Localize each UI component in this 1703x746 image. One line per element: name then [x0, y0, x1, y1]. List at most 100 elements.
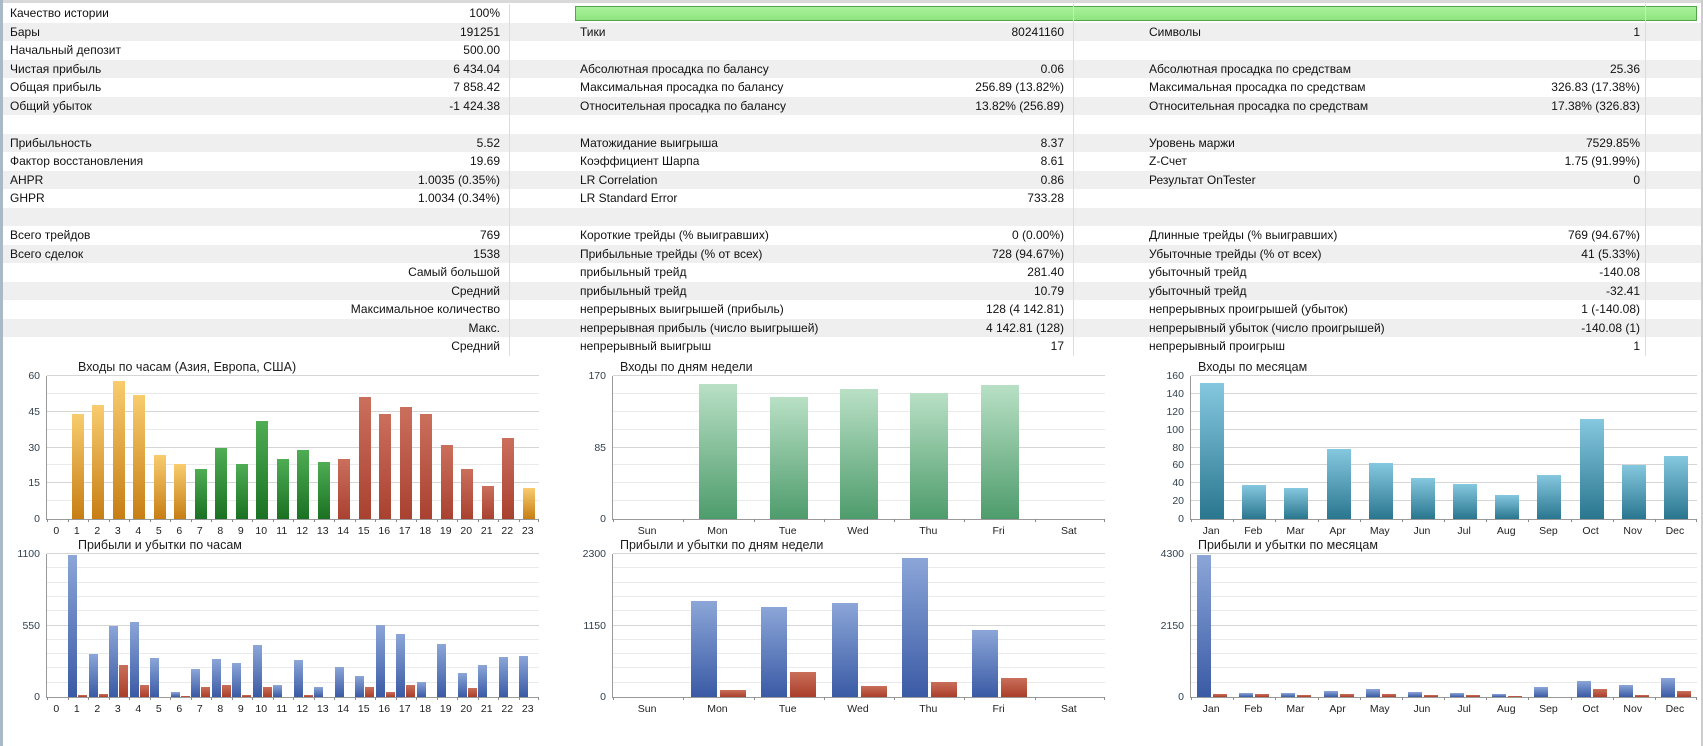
- gridline: [613, 653, 1105, 655]
- y-axis-tick-label: 100: [1166, 423, 1184, 436]
- x-axis-tick: [354, 519, 356, 522]
- bar-прибыль-14: [334, 667, 344, 697]
- gridline: [1191, 595, 1697, 597]
- bar-Входы-Mar: [1284, 487, 1309, 519]
- x-axis-tick: [1191, 697, 1192, 700]
- stat-value: -1 424.38: [449, 98, 500, 113]
- stat-label: Символы: [1149, 24, 1201, 39]
- bar-убыток-17: [406, 685, 416, 697]
- stat-value: 0.86: [1040, 172, 1064, 187]
- gridline: [1191, 567, 1697, 569]
- bar-Входы-Tue: [769, 397, 808, 519]
- x-axis-tick: [683, 519, 685, 522]
- bar-убыток-Aug: [1508, 696, 1523, 697]
- chart-plot-area: [46, 553, 539, 700]
- bar-Входы-22: [502, 437, 515, 519]
- x-axis-tick: [190, 519, 192, 522]
- bar-прибыль-Jul: [1450, 692, 1465, 697]
- stat-value: 13.82% (256.89): [975, 98, 1064, 113]
- stat-value: 500.00: [463, 43, 500, 57]
- stat-value: 769 (94.67%): [1567, 228, 1640, 242]
- table-row: Общая прибыль 7 858.42 Максимальная просад…: [0, 78, 1703, 97]
- chart-title: Входы по дням недели: [620, 360, 753, 374]
- bar-Входы-Feb: [1242, 485, 1267, 519]
- stat-value: 1: [1633, 339, 1640, 353]
- history-quality-bar: [575, 6, 1697, 21]
- x-axis-tick: [1528, 697, 1530, 700]
- bar-убыток-20: [467, 687, 477, 697]
- bar-прибыль-21: [478, 664, 488, 697]
- bar-прибыль-Feb: [1239, 693, 1254, 697]
- bar-Входы-May: [1368, 462, 1393, 519]
- stat-label: непрерывная прибыль (число выигрышей): [580, 320, 819, 335]
- bar-прибыль-5: [150, 658, 160, 697]
- bar-Входы-7: [194, 468, 207, 519]
- gridline: [47, 653, 539, 655]
- stat-label: непрерывный убыток (число проигрышей): [1149, 320, 1385, 335]
- y-axis-tick-label: 60: [28, 370, 40, 382]
- stat-label: убыточный трейд: [1149, 283, 1247, 298]
- bar-убыток-Thu: [930, 682, 957, 697]
- chart-plot-area: [1190, 375, 1697, 522]
- y-axis-tick-label: 120: [1166, 405, 1184, 418]
- stat-label: Прибыльность: [10, 135, 92, 150]
- bar-Входы-15: [358, 397, 371, 519]
- bar-прибыль-May: [1365, 689, 1380, 697]
- table-row: Средний непрерывный выигрыш 17 непрерывный …: [0, 337, 1703, 356]
- gridline: [613, 610, 1105, 612]
- gridline: [1191, 446, 1697, 448]
- y-axis-tick-label: 0: [600, 513, 606, 525]
- x-axis-tick: [1359, 697, 1361, 700]
- stat-value: 281.40: [1027, 265, 1064, 279]
- x-axis-tick: [518, 519, 520, 522]
- x-axis-tick: [252, 519, 253, 522]
- x-axis-tick: [354, 697, 356, 700]
- x-axis-tick: [88, 697, 89, 700]
- x-axis-tick: [1233, 519, 1235, 522]
- bar-прибыль-Thu: [901, 558, 928, 697]
- bar-Входы-Thu: [910, 392, 949, 519]
- stat-value: 6 434.04: [453, 61, 500, 76]
- bar-Входы-18: [420, 414, 433, 519]
- stat-label: Длинные трейды (% выигравших): [1149, 228, 1338, 242]
- x-axis-tick: [1317, 519, 1319, 522]
- gridline: [1191, 638, 1697, 640]
- stat-value: -140.08 (1): [1581, 320, 1640, 335]
- gridline: [613, 624, 1105, 626]
- x-axis-tick: [47, 519, 48, 522]
- stat-label: LR Standard Error: [580, 191, 678, 205]
- bar-прибыль-Nov: [1618, 684, 1633, 697]
- y-axis-tick-label: 2150: [1160, 619, 1184, 632]
- x-axis-tick: [272, 697, 274, 700]
- gridline: [613, 638, 1105, 640]
- gridline: [47, 638, 539, 640]
- bar-Входы-Jun: [1410, 477, 1435, 519]
- chart-pnl-by-month: Прибыли и убытки по месяцам 0 2150 4300 Jan…: [1148, 536, 1700, 718]
- bar-Входы-19: [440, 445, 453, 519]
- bar-прибыль-Mar: [1281, 692, 1296, 697]
- x-axis-tick: [334, 697, 335, 700]
- gridline: [1191, 653, 1697, 655]
- stat-label: Начальный депозит: [10, 43, 121, 57]
- x-axis-tick: [231, 519, 233, 522]
- stat-value: -140.08: [1599, 265, 1640, 279]
- bar-убыток-Fri: [1001, 678, 1028, 697]
- bar-Входы-16: [379, 414, 392, 519]
- x-axis-tick: [252, 697, 253, 700]
- y-axis-tick-label: 1150: [583, 619, 606, 632]
- bar-убыток-9: [242, 695, 252, 697]
- x-axis-tick-label: Tue: [778, 703, 797, 715]
- x-axis-tick: [477, 697, 479, 700]
- x-axis-tick: [108, 519, 110, 522]
- bar-прибыль-12: [293, 659, 303, 697]
- stat-label: Прибыльные трейды (% от всех): [580, 246, 763, 261]
- x-axis-tick-label: Thu: [919, 703, 938, 715]
- x-axis-tick-label: Fri: [992, 703, 1005, 715]
- stat-label: Тики: [580, 24, 606, 39]
- table-row: Самый большой прибыльный трейд 281.40 убыто…: [0, 263, 1703, 282]
- bar-убыток-1: [78, 695, 88, 697]
- gridline: [1191, 667, 1697, 669]
- x-axis-tick: [211, 519, 212, 522]
- stat-value: 17: [1050, 339, 1064, 353]
- x-axis-tick: [293, 697, 294, 700]
